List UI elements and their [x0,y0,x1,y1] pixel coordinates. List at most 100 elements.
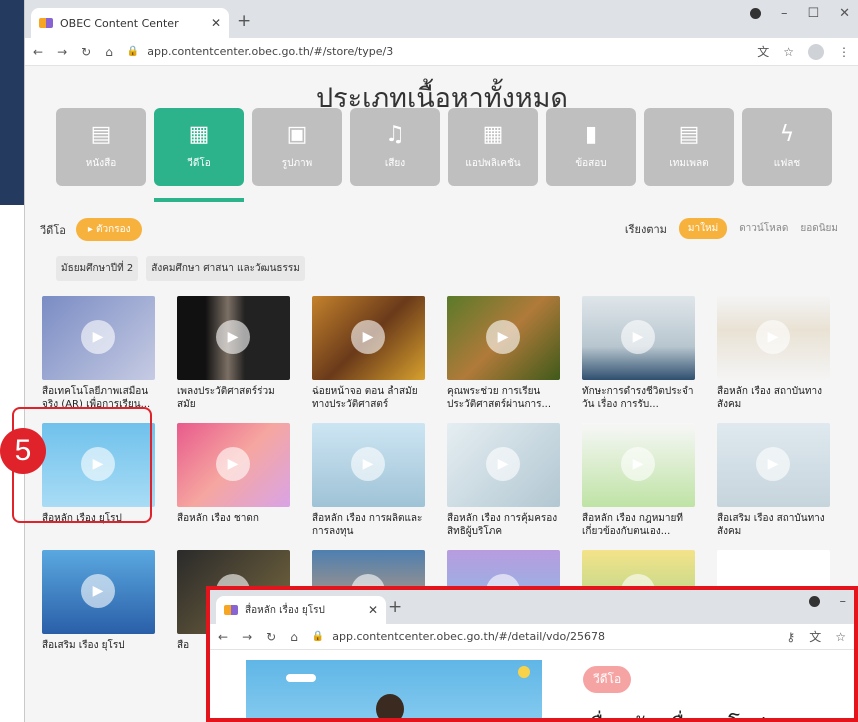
window-controls: – ☐ ✕ [749,6,858,21]
sort-newest[interactable]: มาใหม่ [678,218,728,239]
play-icon[interactable]: ▶ [621,447,655,481]
home-icon[interactable]: ⌂ [105,45,113,59]
video-card[interactable]: ▶ ฉ่อยหน้าจอ ตอน ล้ำสมัยทางประวัติศาสตร์ [312,296,425,413]
minimize-icon[interactable]: – [840,594,847,609]
play-icon[interactable]: ▶ [81,574,115,608]
category-audio[interactable]: ♫ เสียง [350,108,440,186]
sort-downloads[interactable]: ดาวน์โหลด [739,221,788,236]
chip-subject[interactable]: สังคมศึกษา ศาสนา และวัฒนธรรม [146,256,305,281]
category-video[interactable]: ▦ วีดีโอ [154,108,244,202]
play-icon[interactable]: ▶ [351,447,385,481]
video-title[interactable]: สื่อหลัก เรื่อง การผลิตและการลงทุน [312,512,425,540]
star-icon[interactable]: ☆ [835,630,846,644]
profile-icon[interactable] [749,8,761,19]
video-title[interactable]: สื่อหลัก เรื่อง กฎหมายที่เกี่ยวข้องกับตน… [582,512,695,540]
category-apps[interactable]: ▦ แอปพลิเคชัน [448,108,538,186]
category-templates[interactable]: ▤ เทมเพลต [644,108,734,186]
avatar[interactable] [808,43,824,60]
video-title[interactable]: สื่อเสริม เรื่อง ยุโรป [42,639,155,667]
play-icon[interactable]: ▶ [216,447,250,481]
video-card[interactable]: ▶ สื่อเสริม เรื่อง สถาบันทางสังคม [717,423,830,540]
play-icon[interactable]: ▶ [216,320,250,354]
reload-icon[interactable]: ↻ [266,630,276,644]
category-flash[interactable]: ϟ แฟลช [742,108,832,186]
video-thumbnail[interactable]: ▶ [312,423,425,507]
video-title[interactable]: สื่อเสริม เรื่อง สถาบันทางสังคม [717,512,830,540]
category-images[interactable]: ▣ รูปภาพ [252,108,342,186]
sort-bar: เรียงตาม มาใหม่ ดาวน์โหลด ยอดนิยม [625,218,838,239]
translate-icon[interactable]: 文 [757,43,769,60]
video-card[interactable]: ▶ สื่อหลัก เรื่อง สถาบันทางสังคม [717,296,830,413]
video-thumbnail[interactable]: ▶ [447,423,560,507]
video-title[interactable]: คุณพระช่วย การเรียนประวัติศาสตร์ผ่านการ.… [447,385,560,413]
video-card[interactable]: ▶ คุณพระช่วย การเรียนประวัติศาสตร์ผ่านการ… [447,296,560,413]
chip-grade[interactable]: มัธยมศึกษาปีที่ 2 [56,256,139,281]
back-icon[interactable]: ← [33,45,43,59]
video-thumbnail[interactable]: ▶ [177,423,290,507]
step-number-badge: 5 [0,428,46,474]
close-window-icon[interactable]: ✕ [839,6,850,21]
forward-icon[interactable]: → [242,630,252,644]
video-thumbnail[interactable]: ▶ [717,423,830,507]
play-icon[interactable]: ▶ [486,447,520,481]
sort-popular[interactable]: ยอดนิยม [800,221,838,236]
back-icon[interactable]: ← [218,630,228,644]
home-icon[interactable]: ⌂ [290,630,298,644]
browser-tab[interactable]: OBEC Content Center ✕ [31,8,229,38]
reload-icon[interactable]: ↻ [81,45,91,59]
play-icon[interactable]: ▶ [351,320,385,354]
star-icon[interactable]: ☆ [783,45,794,59]
video-card[interactable]: ▶ สื่อหลัก เรื่อง การคุ้มครองสิทธิผู้บริโ… [447,423,560,540]
video-card[interactable]: ▶ ทักษะการดำรงชีวิตประจำวัน เรื่อง การรับ… [582,296,695,413]
translate-icon[interactable]: 文 [809,628,821,645]
play-icon[interactable]: ▶ [486,320,520,354]
video-thumbnail[interactable]: ▶ [582,423,695,507]
close-tab-icon[interactable]: ✕ [368,603,378,617]
forward-icon[interactable]: → [57,45,67,59]
video-card[interactable]: ▶ สื่อเสริม เรื่อง ยุโรป [42,550,155,667]
video-thumbnail[interactable]: ▶ [312,296,425,380]
new-tab-icon[interactable]: + [237,11,251,31]
video-thumbnail[interactable]: ▶ [177,296,290,380]
video-title[interactable]: เพลงประวัติศาสตร์ร่วมสมัย [177,385,290,413]
video-card[interactable]: ▶ สื่อเทคโนโลยีภาพเสมือนจริง (AR) เพื่อกา… [42,296,155,413]
category-exams[interactable]: ▮ ข้อสอบ [546,108,636,186]
video-title[interactable]: ทักษะการดำรงชีวิตประจำวัน เรื่อง การรับ.… [582,385,695,413]
video-title[interactable]: สื่อหลัก เรื่อง ชาดก [177,512,290,540]
book-icon: ▤ [90,121,112,147]
filter-button[interactable]: ▸ ตัวกรอง [75,218,143,241]
video-card[interactable]: ▶ เพลงประวัติศาสตร์ร่วมสมัย [177,296,290,413]
video-card[interactable]: ▶ สื่อหลัก เรื่อง ชาดก [177,423,290,540]
file-icon: ▮ [584,121,598,147]
play-icon[interactable]: ▶ [756,320,790,354]
image-icon: ▣ [286,121,308,147]
category-label: วีดีโอ [187,157,211,169]
menu-icon[interactable]: ⋮ [838,45,850,59]
close-tab-icon[interactable]: ✕ [211,16,221,30]
video-thumbnail[interactable]: ▶ [582,296,695,380]
minimize-icon[interactable]: – [781,6,788,21]
overlay-url-field[interactable]: 🔒 app.contentcenter.obec.go.th/#/detail/… [312,630,773,643]
play-icon[interactable]: ▶ [81,320,115,354]
play-icon[interactable]: ▶ [621,320,655,354]
play-icon[interactable]: ▶ [756,447,790,481]
video-title[interactable]: สื่อหลัก เรื่อง สถาบันทางสังคม [717,385,830,413]
sort-label: เรียงตาม [624,222,667,236]
url-field[interactable]: 🔒 app.contentcenter.obec.go.th/#/store/t… [127,45,743,58]
video-title[interactable]: ฉ่อยหน้าจอ ตอน ล้ำสมัยทางประวัติศาสตร์ [312,385,425,413]
profile-icon[interactable] [808,596,820,607]
maximize-icon[interactable]: ☐ [807,6,819,21]
video-thumbnail[interactable]: ▶ [42,550,155,634]
video-player[interactable] [246,660,542,718]
new-tab-icon[interactable]: + [388,597,402,617]
video-thumbnail[interactable]: ▶ [447,296,560,380]
overlay-browser-tab[interactable]: สื่อหลัก เรื่อง ยุโรป ✕ [216,596,386,624]
category-books[interactable]: ▤ หนังสือ [56,108,146,186]
video-thumbnail[interactable]: ▶ [717,296,830,380]
background-banner [0,0,24,205]
video-thumbnail[interactable]: ▶ [42,296,155,380]
key-icon[interactable]: ⚷ [786,630,795,644]
video-card[interactable]: ▶ สื่อหลัก เรื่อง การผลิตและการลงทุน [312,423,425,540]
video-title[interactable]: สื่อหลัก เรื่อง การคุ้มครองสิทธิผู้บริโภ… [447,512,560,540]
video-card[interactable]: ▶ สื่อหลัก เรื่อง กฎหมายที่เกี่ยวข้องกับต… [582,423,695,540]
